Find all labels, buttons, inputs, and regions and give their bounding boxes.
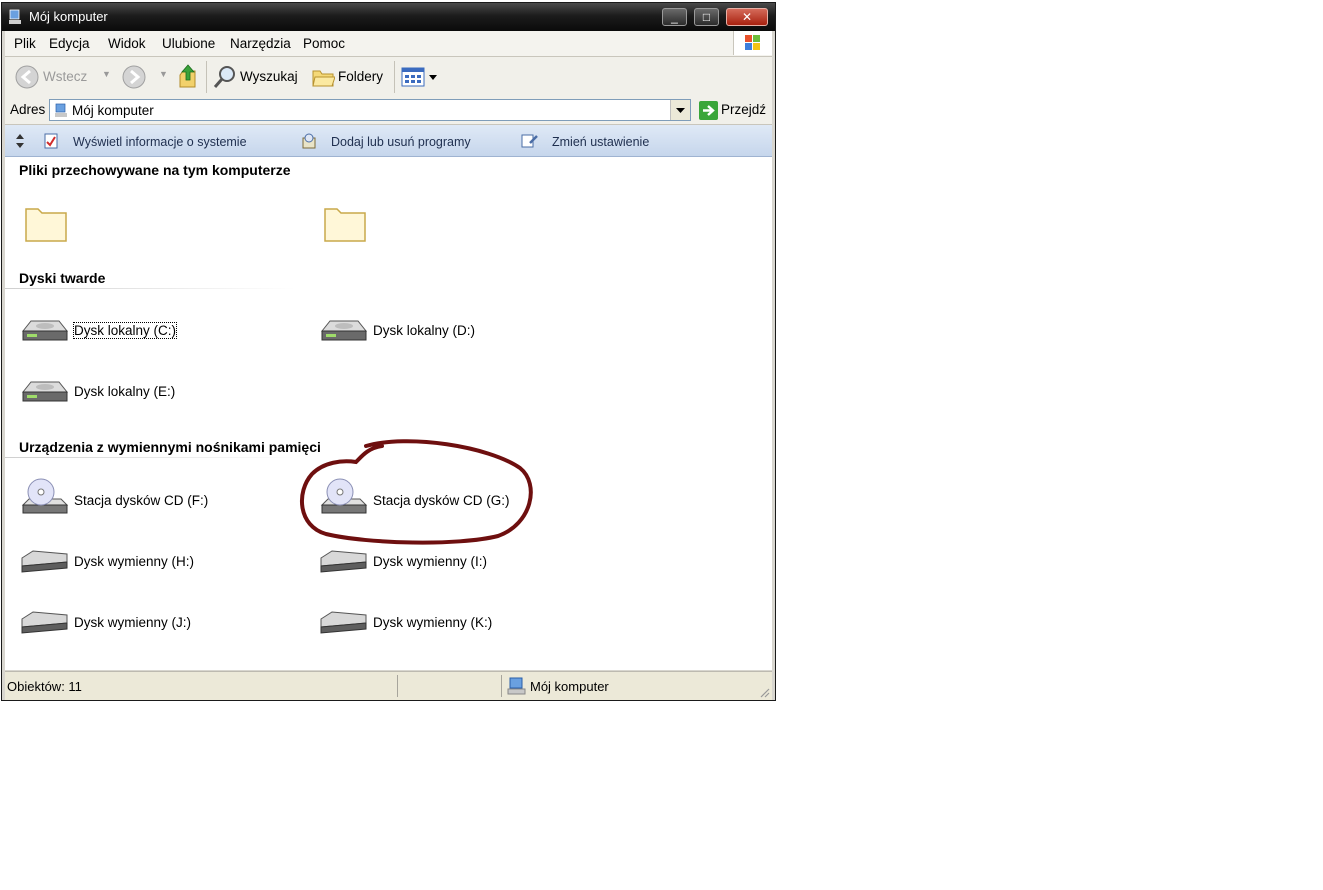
search-button[interactable]: Wyszukaj — [240, 69, 298, 84]
drive-label: Dysk wymienny (H:) — [74, 554, 195, 569]
annotation-circle — [299, 439, 533, 545]
folders-button[interactable]: Foldery — [338, 69, 383, 84]
drive-item[interactable]: Dysk lokalny (E:) — [19, 372, 219, 412]
group-divider — [5, 457, 295, 458]
drive-label: Dysk lokalny (E:) — [74, 384, 176, 399]
up-folder-icon[interactable] — [177, 63, 199, 89]
menu-bar: Plik Edycja Widok Ulubione Narzędzia Pom… — [5, 31, 772, 57]
window-title: Mój komputer — [29, 9, 108, 24]
close-button[interactable]: ✕ — [726, 8, 768, 26]
go-button[interactable]: Przejdź — [721, 102, 766, 117]
forward-dropdown-icon[interactable]: ▼ — [159, 69, 168, 79]
user-folder-icon[interactable] — [321, 203, 369, 245]
toolbar-separator — [394, 61, 395, 93]
group-title-removable: Urządzenia z wymiennymi nośnikami pamięc… — [19, 439, 321, 455]
removable-drive-icon — [21, 611, 68, 634]
status-divider — [397, 675, 398, 697]
status-location: Mój komputer — [530, 679, 609, 694]
folders-icon[interactable] — [311, 66, 335, 88]
drive-item[interactable]: Dysk lokalny (D:) — [318, 311, 518, 351]
drive-item[interactable]: Dysk wymienny (K:) — [318, 603, 538, 643]
chevron-down-icon — [676, 108, 685, 113]
cd-drive-icon — [22, 478, 68, 514]
task-system-info[interactable]: Wyświetl informacje o systemie — [73, 135, 247, 149]
drive-label: Stacja dysków CD (F:) — [74, 493, 209, 508]
maximize-button[interactable]: □ — [694, 8, 719, 26]
minimize-button[interactable]: _ — [662, 8, 687, 26]
search-icon[interactable] — [213, 65, 237, 89]
drive-item[interactable]: Dysk lokalny (C:) — [19, 311, 219, 351]
system-info-icon — [44, 133, 58, 149]
address-input[interactable]: Mój komputer — [49, 99, 691, 121]
task-add-remove-programs[interactable]: Dodaj lub usuń programy — [331, 135, 471, 149]
group-title-files: Pliki przechowywane na tym komputerze — [19, 162, 291, 178]
drive-label: Dysk lokalny (D:) — [373, 323, 476, 338]
address-bar: Adres Mój komputer Przejdź — [5, 97, 772, 125]
menu-edit[interactable]: Edycja — [49, 36, 90, 51]
hard-drive-icon — [321, 320, 367, 341]
go-arrow-icon[interactable] — [699, 101, 718, 120]
removable-drive-icon — [21, 550, 68, 573]
status-count: Obiektów: 11 — [7, 679, 82, 694]
standard-toolbar: Wstecz ▼ ▼ Wyszukaj Foldery — [5, 57, 772, 98]
hard-drive-icon — [22, 320, 68, 341]
menu-file[interactable]: Plik — [14, 36, 36, 51]
views-icon[interactable] — [401, 67, 441, 87]
address-value: Mój komputer — [72, 103, 154, 118]
control-panel-icon — [521, 134, 538, 148]
status-divider — [501, 675, 502, 697]
windows-logo-icon — [733, 31, 772, 55]
menu-favorites[interactable]: Ulubione — [162, 36, 215, 51]
system-tasks-bar: Wyświetl informacje o systemie Dodaj lub… — [5, 125, 772, 157]
address-label: Adres — [10, 102, 46, 117]
removable-drive-icon — [320, 611, 367, 634]
drive-item[interactable]: Stacja dysków CD (F:) — [19, 477, 239, 517]
menu-tools[interactable]: Narzędzia — [230, 36, 291, 51]
menu-view[interactable]: Widok — [108, 36, 146, 51]
removable-drive-icon — [320, 550, 367, 573]
back-dropdown-icon[interactable]: ▼ — [102, 69, 111, 79]
forward-arrow-icon[interactable] — [122, 65, 146, 89]
drive-label: Dysk lokalny (C:) — [72, 322, 178, 339]
shared-folder-icon[interactable] — [22, 203, 70, 245]
drive-label: Dysk wymienny (I:) — [373, 554, 488, 569]
computer-icon — [9, 9, 21, 24]
computer-icon — [507, 677, 526, 695]
computer-icon — [55, 103, 67, 117]
status-bar: Obiektów: 11 Mój komputer — [5, 671, 772, 700]
back-button[interactable]: Wstecz — [43, 69, 87, 84]
drive-label: Dysk wymienny (J:) — [74, 615, 192, 630]
back-arrow-icon[interactable] — [15, 65, 39, 89]
group-title-hard-drives: Dyski twarde — [19, 270, 106, 286]
task-change-setting[interactable]: Zmień ustawienie — [552, 135, 649, 149]
drive-item[interactable]: Dysk wymienny (J:) — [19, 603, 239, 643]
items-view: Pliki przechowywane na tym komputerze Dy… — [5, 157, 772, 670]
toolbar-separator — [206, 61, 207, 93]
explorer-window: Mój komputer _ □ ✕ Plik Edycja Widok Ulu… — [1, 2, 776, 701]
drive-item[interactable]: Dysk wymienny (I:) — [318, 542, 538, 582]
resize-grip-icon[interactable] — [758, 686, 770, 698]
collapse-toggle-icon[interactable] — [14, 132, 26, 150]
address-dropdown-button[interactable] — [670, 100, 690, 120]
drive-label: Dysk wymienny (K:) — [373, 615, 493, 630]
title-bar[interactable]: Mój komputer _ □ ✕ — [2, 3, 775, 31]
menu-help[interactable]: Pomoc — [303, 36, 345, 51]
hard-drive-icon — [22, 381, 68, 402]
group-divider — [5, 288, 295, 289]
add-remove-programs-icon — [302, 133, 316, 149]
drive-item[interactable]: Dysk wymienny (H:) — [19, 542, 239, 582]
